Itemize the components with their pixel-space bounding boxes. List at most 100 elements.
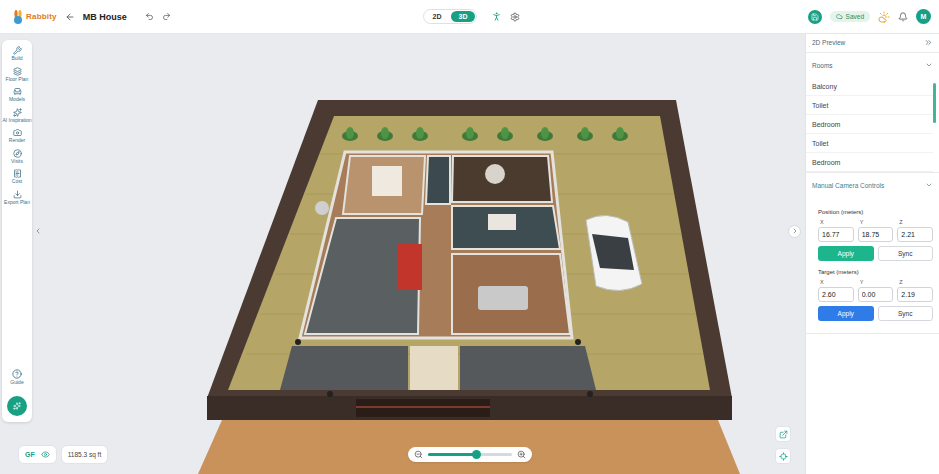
- ai-assistant-button[interactable]: [7, 396, 27, 416]
- canvas: Build Floor Plan Models AI Inspiration Rende…: [0, 34, 805, 474]
- weather-button[interactable]: [878, 11, 890, 23]
- user-avatar[interactable]: M: [916, 9, 931, 24]
- plant: [412, 127, 428, 141]
- scroll-thumb[interactable]: [933, 83, 936, 123]
- chevron-left-icon: [34, 227, 42, 235]
- camera-header[interactable]: Manual Camera Controls: [806, 173, 939, 197]
- sync-button[interactable]: Sync: [878, 306, 934, 321]
- zoom-knob[interactable]: [472, 450, 481, 459]
- chevron-down-icon: [925, 181, 933, 189]
- zoom-fill: [428, 453, 476, 456]
- camera-group-title: Target (meters): [818, 269, 933, 275]
- ground-pad: [198, 420, 740, 474]
- sofa: [478, 286, 528, 310]
- sidebar-item-icon: [13, 128, 22, 137]
- living-room: [452, 206, 560, 249]
- redo-button[interactable]: [162, 12, 171, 21]
- collapse-sidebar-button[interactable]: [34, 227, 42, 235]
- axis-label: Y: [858, 219, 894, 225]
- view-mode-button[interactable]: 3D: [451, 11, 475, 22]
- apply-button[interactable]: Apply: [818, 306, 874, 321]
- back-button[interactable]: [65, 12, 75, 22]
- walkthrough-button[interactable]: [491, 11, 502, 22]
- lamp: [587, 391, 593, 397]
- locate-button[interactable]: [775, 448, 791, 464]
- notifications-button[interactable]: [898, 12, 908, 22]
- coordinate-input[interactable]: [897, 227, 933, 242]
- sidebar-item[interactable]: Floor Plan: [2, 67, 32, 83]
- boundary-wall: [207, 100, 732, 398]
- walkway: [410, 346, 458, 390]
- camera-group-title: Position (meters): [818, 209, 933, 215]
- room-item[interactable]: Bedroom: [806, 115, 933, 134]
- plant: [537, 127, 553, 141]
- floor-selector[interactable]: GF: [18, 445, 57, 464]
- house-floor: [300, 152, 572, 338]
- sidebar-item[interactable]: Cost: [2, 169, 32, 185]
- sidebar-item[interactable]: Build: [2, 46, 32, 62]
- top-bar: RabbityMB House2D3DSavedM: [0, 0, 939, 34]
- hall: [452, 254, 570, 334]
- save-button[interactable]: [808, 10, 822, 24]
- guide-button[interactable]: Guide: [2, 369, 32, 386]
- hedge: [460, 346, 596, 390]
- logo[interactable]: Rabbity: [12, 10, 57, 24]
- coordinate-input[interactable]: [897, 287, 933, 302]
- sparkles-icon: [13, 401, 21, 411]
- plant: [497, 127, 513, 141]
- zoom-slider[interactable]: [428, 453, 512, 456]
- sidebar-item[interactable]: AI Inspiration: [2, 108, 32, 124]
- coordinate-input[interactable]: [858, 287, 894, 302]
- plant: [612, 127, 628, 141]
- axis-label: Z: [897, 219, 933, 225]
- table: [488, 214, 516, 230]
- axis-label: Y: [858, 279, 894, 285]
- sync-button[interactable]: Sync: [878, 246, 934, 261]
- room-item[interactable]: Balcony: [806, 77, 933, 96]
- person-icon: [491, 11, 502, 22]
- coordinate-input[interactable]: [818, 287, 854, 302]
- room-item[interactable]: Toilet: [806, 134, 933, 153]
- sidebar-item-icon: [13, 67, 22, 76]
- bed: [372, 166, 402, 196]
- zoom-in-icon[interactable]: [517, 450, 526, 459]
- sidebar-item[interactable]: Models: [2, 87, 32, 103]
- zoom-out-icon[interactable]: [414, 450, 423, 459]
- dining-room: [452, 156, 552, 202]
- undo-button[interactable]: [145, 12, 154, 21]
- open-external-button[interactable]: [775, 426, 791, 442]
- sidebar-item-icon: [13, 169, 22, 178]
- bedroom: [343, 156, 425, 214]
- collapse-panel-button[interactable]: [788, 225, 801, 238]
- rooms-header[interactable]: Rooms: [806, 53, 939, 77]
- patio-table: [315, 201, 329, 215]
- area-label: 1185.3 sq ft: [61, 445, 109, 464]
- coordinate-input[interactable]: [858, 227, 894, 242]
- sidebar-item[interactable]: Render: [2, 128, 32, 144]
- house-3d-view[interactable]: [0, 34, 805, 474]
- sidebar-item[interactable]: Export Plan: [2, 190, 32, 206]
- help-icon: [12, 369, 22, 379]
- sidebar-item-icon: [13, 46, 22, 55]
- sidebar-item-icon: [13, 87, 22, 96]
- project-title[interactable]: MB House: [83, 12, 127, 22]
- apply-button[interactable]: Apply: [818, 246, 874, 261]
- room-item[interactable]: Toilet: [806, 96, 933, 115]
- room-item[interactable]: Bedroom: [806, 153, 933, 172]
- external-link-icon: [779, 430, 788, 439]
- chevron-down-icon: [925, 61, 933, 69]
- sidebar: Build Floor Plan Models AI Inspiration Rende…: [2, 40, 32, 422]
- chevron-right-icon: [791, 227, 799, 235]
- view-mode-button[interactable]: 2D: [425, 11, 449, 22]
- chevrons-right-icon[interactable]: [924, 38, 933, 47]
- settings-button[interactable]: [510, 12, 520, 22]
- rooms-section: RoomsBalconyToiletBedroomToiletBedroom: [806, 52, 939, 172]
- sidebar-item[interactable]: Visits: [2, 149, 32, 165]
- axis-label: X: [818, 219, 854, 225]
- coordinate-input[interactable]: [818, 227, 854, 242]
- eye-icon[interactable]: [41, 450, 50, 459]
- scrollbar[interactable]: [933, 77, 937, 172]
- preview-header[interactable]: 2D Preview: [806, 34, 939, 52]
- plant: [377, 127, 393, 141]
- axis-label: X: [818, 279, 854, 285]
